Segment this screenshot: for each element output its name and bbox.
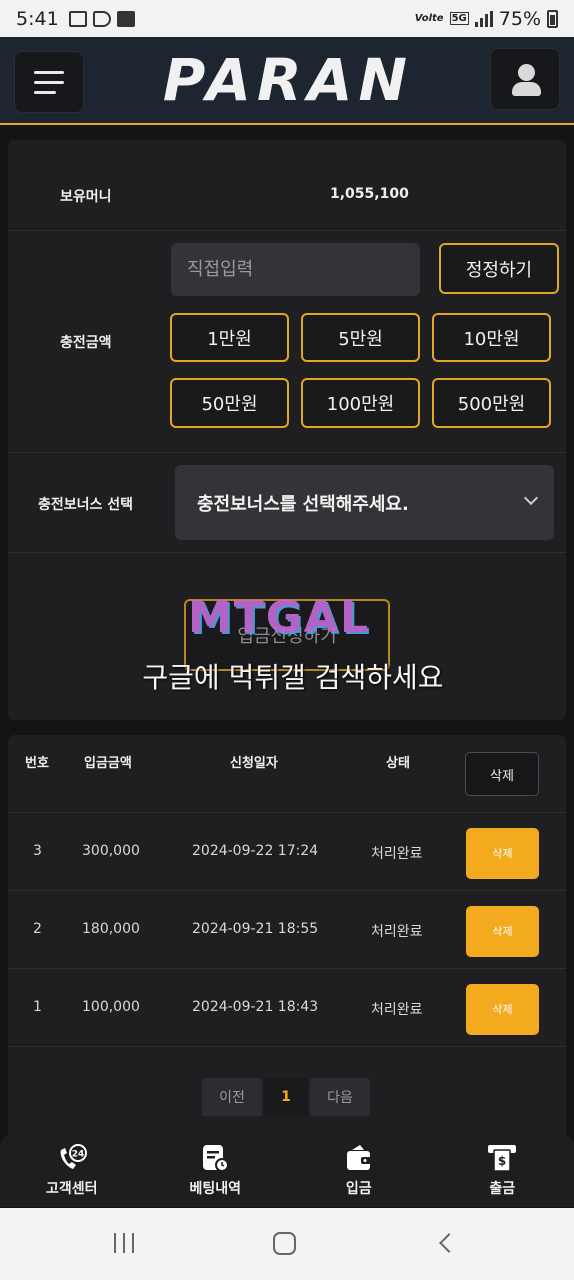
row-amount: 100,000	[82, 999, 140, 1015]
amount-input[interactable]	[171, 243, 420, 296]
amount-label: 충전금액	[60, 335, 112, 351]
row-no: 3	[33, 843, 42, 859]
nav-withdraw[interactable]: $ 출금	[431, 1135, 574, 1207]
watermark-logo: MTGAL	[188, 592, 371, 643]
wallet-icon	[346, 1145, 371, 1170]
bonus-label: 충전보너스 선택	[38, 497, 134, 513]
next-page-button[interactable]: 다음	[310, 1078, 370, 1116]
checkbox-notification-icon	[116, 10, 135, 27]
quick-amount-5[interactable]: 5만원	[301, 313, 420, 362]
back-button[interactable]	[439, 1233, 459, 1253]
row-date: 2024-09-21 18:43	[192, 999, 319, 1015]
header-amount: 입금금액	[84, 756, 132, 771]
network-badge: 5G	[449, 12, 469, 25]
divider	[8, 452, 566, 453]
quick-amount-50[interactable]: 50만원	[170, 378, 289, 428]
carrier-label: Volte	[414, 13, 444, 24]
user-button[interactable]	[490, 48, 560, 110]
hamburger-icon	[34, 70, 64, 74]
table-row: 3 300,000 2024-09-22 17:24 처리완료 삭제	[8, 812, 566, 890]
recent-apps-button[interactable]	[114, 1233, 134, 1253]
gallery-notification-icon	[68, 10, 87, 27]
header-date: 신청일자	[230, 756, 278, 771]
nav-support-label: 고객센터	[45, 1181, 98, 1197]
status-time: 5:41	[16, 7, 59, 30]
reset-amount-button[interactable]: 정정하기	[439, 243, 559, 294]
pagination: 이전 1 다음	[202, 1078, 370, 1116]
nav-betting-history-label: 베팅내역	[189, 1181, 242, 1197]
row-amount: 180,000	[82, 921, 140, 937]
quick-amount-500[interactable]: 500만원	[432, 378, 551, 428]
chevron-down-icon	[523, 490, 539, 506]
nav-betting-history[interactable]: 베팅내역	[144, 1135, 288, 1207]
site-logo[interactable]: PARAN	[148, 51, 428, 109]
quick-amount-10[interactable]: 10만원	[432, 313, 551, 362]
divider	[8, 552, 566, 553]
battery-icon	[547, 9, 558, 28]
row-date: 2024-09-22 17:24	[192, 843, 319, 859]
menu-button[interactable]	[14, 51, 84, 113]
support-24-icon: 24	[60, 1144, 87, 1169]
header-no: 번호	[25, 756, 49, 771]
deposit-form-panel: 보유머니 1,055,100 충전금액 정정하기 1만원 5만원 10만원 50…	[8, 140, 566, 720]
divider	[8, 230, 566, 231]
app-header: PARAN	[0, 37, 574, 125]
row-status: 처리완료	[371, 1002, 423, 1018]
table-header: 번호 입금금액 신청일자 상태 삭제	[8, 735, 566, 812]
row-delete-button[interactable]: 삭제	[466, 906, 539, 957]
bonus-select-value: 충전보너스를 선택해주세요.	[197, 493, 409, 515]
balance-label: 보유머니	[60, 189, 112, 205]
nav-support[interactable]: 24 고객센터	[0, 1135, 144, 1207]
home-button[interactable]	[273, 1232, 296, 1255]
bottom-nav: 24 고객센터 베팅내역 입금 $ 출금	[0, 1135, 574, 1207]
header-status: 상태	[386, 756, 410, 771]
nav-deposit-label: 입금	[345, 1181, 372, 1197]
row-delete-button[interactable]: 삭제	[466, 984, 539, 1035]
divider	[8, 1046, 566, 1047]
play-store-notification-icon	[92, 10, 111, 27]
svg-text:24: 24	[71, 1150, 84, 1160]
signal-icon	[474, 10, 493, 27]
system-navigation-bar	[0, 1208, 574, 1280]
current-page[interactable]: 1	[264, 1078, 308, 1116]
row-amount: 300,000	[82, 843, 140, 859]
delete-all-button[interactable]: 삭제	[465, 752, 539, 796]
battery-percent: 75%	[498, 7, 541, 30]
atm-withdraw-icon: $	[488, 1145, 517, 1172]
quick-amount-100[interactable]: 100만원	[301, 378, 420, 428]
table-row: 1 100,000 2024-09-21 18:43 처리완료 삭제	[8, 968, 566, 1046]
row-no: 1	[33, 999, 42, 1015]
row-delete-button[interactable]: 삭제	[466, 828, 539, 879]
row-status: 처리완료	[371, 846, 423, 862]
balance-value: 1,055,100	[330, 186, 409, 202]
logo-text: PARAN	[162, 46, 414, 114]
row-status: 처리완료	[371, 924, 423, 940]
nav-withdraw-label: 출금	[489, 1181, 516, 1197]
user-icon	[518, 64, 535, 81]
watermark-text: 구글에 먹튀갤 검색하세요	[142, 661, 444, 694]
prev-page-button[interactable]: 이전	[202, 1078, 262, 1116]
row-no: 2	[33, 921, 42, 937]
nav-deposit[interactable]: 입금	[287, 1135, 431, 1207]
betting-history-icon	[203, 1145, 230, 1172]
svg-text:$: $	[498, 1154, 506, 1168]
row-date: 2024-09-21 18:55	[192, 921, 319, 937]
status-bar: 5:41 Volte 5G 75%	[0, 0, 574, 37]
bonus-select[interactable]: 충전보너스를 선택해주세요.	[175, 465, 554, 540]
table-row: 2 180,000 2024-09-21 18:55 처리완료 삭제	[8, 890, 566, 968]
quick-amount-1[interactable]: 1만원	[170, 313, 289, 362]
